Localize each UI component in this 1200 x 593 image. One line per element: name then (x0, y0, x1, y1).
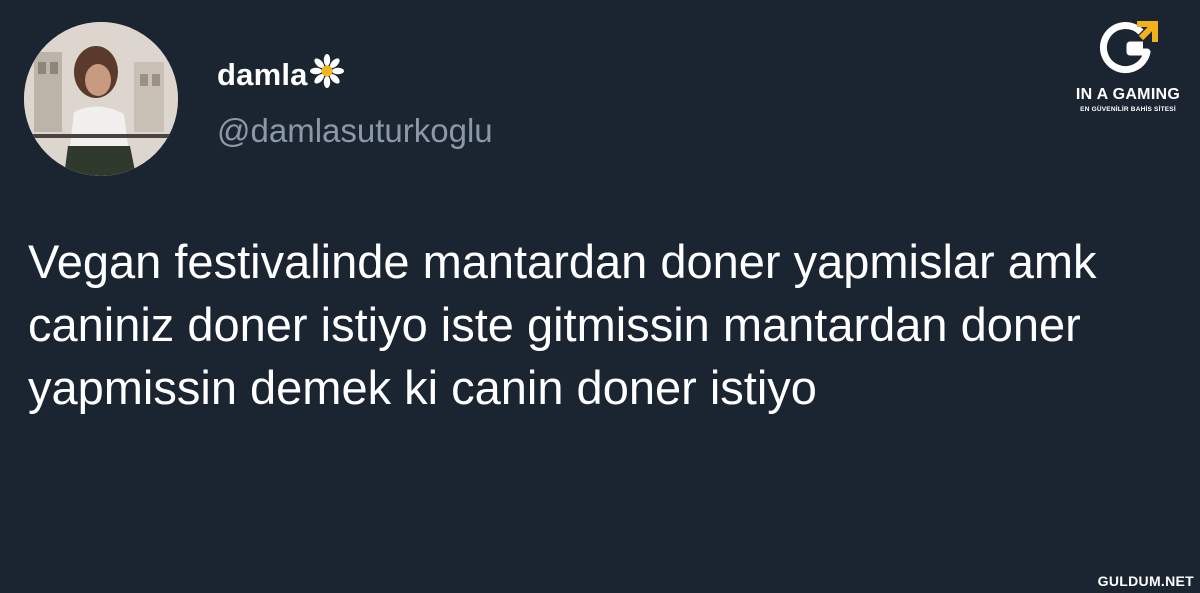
tweet-text: Vegan festivalinde mantardan doner yapmi… (28, 235, 1097, 414)
avatar[interactable] (24, 22, 178, 176)
g-logo-icon (1060, 18, 1196, 80)
site-watermark: GULDUM.NET (1097, 573, 1194, 589)
daisy-icon (309, 54, 344, 96)
brand-name: IN A GAMING (1075, 86, 1181, 103)
brand-tagline: EN GÜVENİLİR BAHİS SİTESİ (1080, 106, 1176, 113)
brand-badge: IN A GAMING EN GÜVENİLİR BAHİS SİTESİ (1060, 18, 1196, 113)
user-name[interactable]: damla (217, 54, 344, 96)
user-handle[interactable]: @damlasuturkoglu (217, 112, 493, 150)
user-name-text: damla (217, 57, 308, 92)
